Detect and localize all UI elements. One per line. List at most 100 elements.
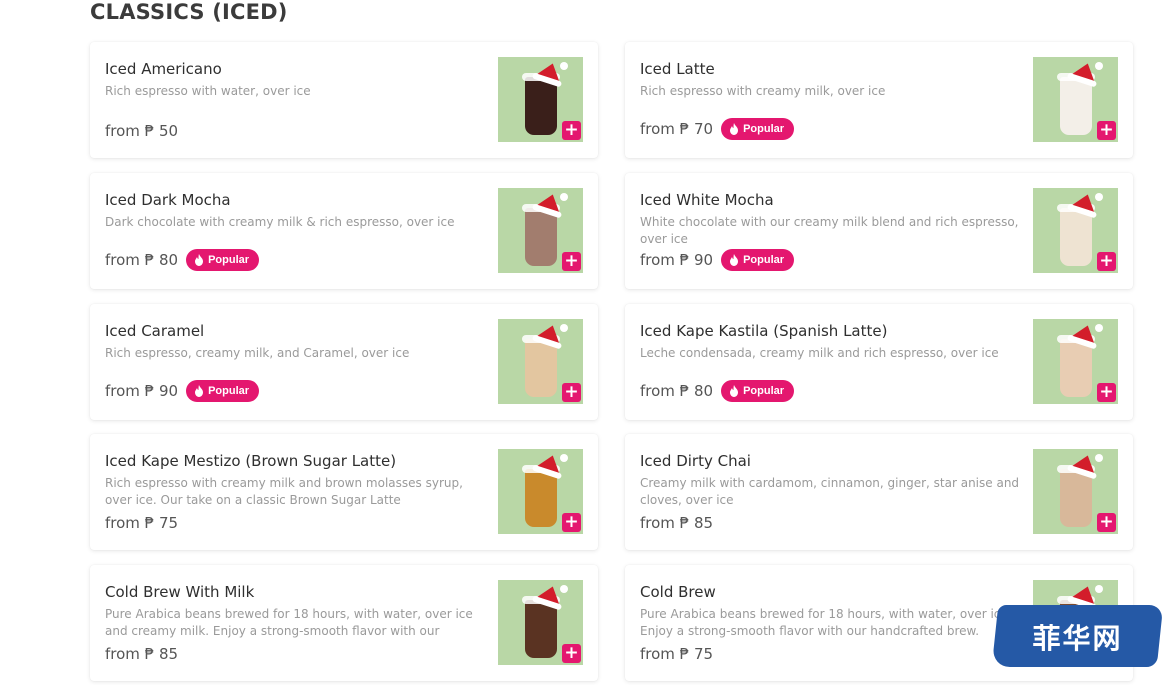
- add-to-cart-button[interactable]: +: [1097, 383, 1116, 402]
- product-image[interactable]: +: [1033, 449, 1118, 534]
- drink-cup: [1060, 469, 1092, 527]
- add-to-cart-button[interactable]: +: [1097, 252, 1116, 271]
- add-to-cart-button[interactable]: +: [562, 121, 581, 140]
- product-price: from ₱ 80: [640, 382, 714, 400]
- product-image[interactable]: +: [1033, 319, 1118, 404]
- product-card[interactable]: Iced White Mocha White chocolate with our…: [625, 173, 1133, 289]
- price-row: from ₱ 75: [640, 645, 713, 663]
- product-name[interactable]: Cold Brew With Milk: [105, 583, 254, 601]
- santa-hat-pom: [560, 585, 568, 593]
- product-price: from ₱ 90: [640, 251, 714, 269]
- product-price: from ₱ 50: [105, 122, 179, 140]
- product-image[interactable]: +: [1033, 188, 1118, 273]
- add-to-cart-button[interactable]: +: [562, 252, 581, 271]
- popular-badge: Popular: [721, 249, 795, 271]
- santa-hat-pom: [560, 454, 568, 462]
- product-name[interactable]: Iced Kape Mestizo (Brown Sugar Latte): [105, 452, 396, 470]
- product-description: Creamy milk with cardamom, cinnamon, gin…: [640, 476, 1020, 507]
- add-to-cart-button[interactable]: +: [1097, 513, 1116, 532]
- product-price: from ₱ 85: [640, 514, 714, 532]
- product-card[interactable]: Iced Americano Rich espresso with water, …: [90, 42, 598, 158]
- santa-hat-pom: [1095, 62, 1103, 70]
- santa-hat-pom: [560, 193, 568, 201]
- product-image[interactable]: +: [1033, 57, 1118, 142]
- popular-label: Popular: [743, 254, 785, 266]
- popular-label: Popular: [208, 254, 250, 266]
- product-image[interactable]: +: [498, 449, 583, 534]
- popular-label: Popular: [743, 385, 785, 397]
- product-image[interactable]: +: [498, 57, 583, 142]
- product-price: from ₱ 90: [105, 382, 179, 400]
- flame-icon: [730, 385, 739, 397]
- drink-cup: [1060, 77, 1092, 135]
- santa-hat-pom: [1095, 585, 1103, 593]
- drink-cup: [525, 339, 557, 397]
- santa-hat-pom: [1095, 454, 1103, 462]
- flame-icon: [730, 123, 739, 135]
- product-description: Dark chocolate with creamy milk & rich e…: [105, 215, 455, 229]
- product-image[interactable]: +: [498, 188, 583, 273]
- section-title: CLASSICS (ICED): [90, 0, 288, 24]
- product-name[interactable]: Iced Caramel: [105, 322, 204, 340]
- product-name[interactable]: Iced Dark Mocha: [105, 191, 231, 209]
- product-card[interactable]: Iced Caramel Rich espresso, creamy milk, …: [90, 304, 598, 420]
- popular-badge: Popular: [721, 380, 795, 402]
- product-card[interactable]: Iced Latte Rich espresso with creamy milk…: [625, 42, 1133, 158]
- product-description: Rich espresso with creamy milk, over ice: [640, 84, 886, 98]
- product-card[interactable]: Cold Brew With Milk Pure Arabica beans br…: [90, 565, 598, 681]
- popular-badge: Popular: [186, 249, 260, 271]
- flame-icon: [195, 254, 204, 266]
- product-description: Pure Arabica beans brewed for 18 hours, …: [640, 607, 1012, 638]
- product-description: Pure Arabica beans brewed for 18 hours, …: [105, 607, 473, 638]
- product-price: from ₱ 75: [105, 514, 179, 532]
- product-description: Rich espresso with water, over ice: [105, 84, 311, 98]
- popular-badge: Popular: [186, 380, 260, 402]
- price-row: from ₱ 80 Popular: [105, 249, 260, 271]
- add-to-cart-button[interactable]: +: [1097, 121, 1116, 140]
- product-price: from ₱ 75: [640, 645, 714, 663]
- price-row: from ₱ 75: [105, 514, 178, 532]
- price-row: from ₱ 70 Popular: [640, 118, 795, 140]
- product-name[interactable]: Cold Brew: [640, 583, 716, 601]
- product-description: Leche condensada, creamy milk and rich e…: [640, 346, 999, 360]
- price-row: from ₱ 80 Popular: [640, 380, 795, 402]
- product-description: Rich espresso with creamy milk and brown…: [105, 476, 463, 507]
- product-card[interactable]: Iced Kape Kastila (Spanish Latte) Leche c…: [625, 304, 1133, 420]
- drink-cup: [1060, 208, 1092, 266]
- add-to-cart-button[interactable]: +: [562, 644, 581, 663]
- flame-icon: [195, 385, 204, 397]
- product-description: White chocolate with our creamy milk ble…: [640, 215, 1019, 246]
- product-card[interactable]: Iced Dark Mocha Dark chocolate with cream…: [90, 173, 598, 289]
- product-image[interactable]: +: [498, 319, 583, 404]
- product-price: from ₱ 80: [105, 251, 179, 269]
- product-price: from ₱ 85: [105, 645, 179, 663]
- santa-hat-pom: [560, 324, 568, 332]
- popular-badge: Popular: [721, 118, 795, 140]
- product-name[interactable]: Iced Latte: [640, 60, 715, 78]
- price-row: from ₱ 50: [105, 122, 178, 140]
- product-name[interactable]: Iced Kape Kastila (Spanish Latte): [640, 322, 887, 340]
- price-row: from ₱ 90 Popular: [640, 249, 795, 271]
- popular-label: Popular: [743, 123, 785, 135]
- product-description: Rich espresso, creamy milk, and Caramel,…: [105, 346, 410, 360]
- flame-icon: [730, 254, 739, 266]
- watermark-logo: 菲华网: [991, 605, 1164, 667]
- price-row: from ₱ 85: [105, 645, 178, 663]
- product-image[interactable]: +: [498, 580, 583, 665]
- santa-hat-pom: [1095, 324, 1103, 332]
- product-name[interactable]: Iced White Mocha: [640, 191, 774, 209]
- add-to-cart-button[interactable]: +: [562, 513, 581, 532]
- santa-hat-pom: [560, 62, 568, 70]
- drink-cup: [525, 469, 557, 527]
- product-card[interactable]: Iced Dirty Chai Creamy milk with cardamom…: [625, 434, 1133, 550]
- product-card[interactable]: Iced Kape Mestizo (Brown Sugar Latte) Ric…: [90, 434, 598, 550]
- drink-cup: [525, 208, 557, 266]
- price-row: from ₱ 90 Popular: [105, 380, 260, 402]
- add-to-cart-button[interactable]: +: [562, 383, 581, 402]
- santa-hat-pom: [1095, 193, 1103, 201]
- drink-cup: [525, 77, 557, 135]
- product-name[interactable]: Iced Dirty Chai: [640, 452, 751, 470]
- price-row: from ₱ 85: [640, 514, 713, 532]
- watermark-text: 菲华网: [1032, 622, 1123, 655]
- product-name[interactable]: Iced Americano: [105, 60, 222, 78]
